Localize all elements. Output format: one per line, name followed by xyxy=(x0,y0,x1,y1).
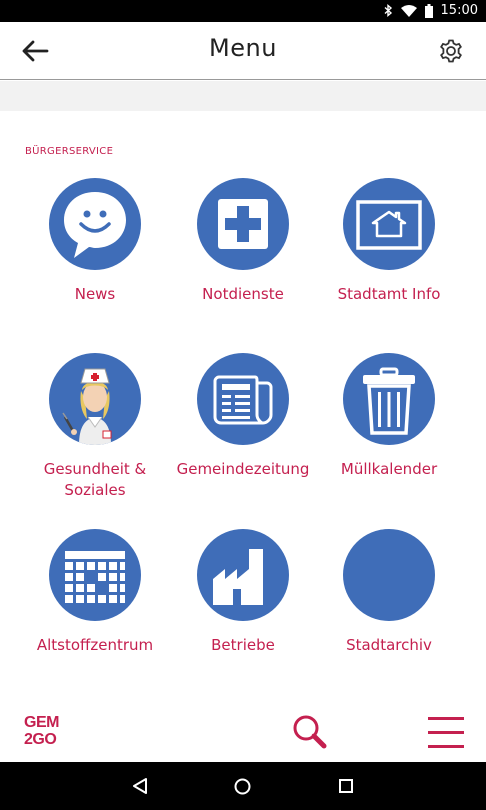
bluetooth-icon xyxy=(384,4,392,17)
tile-label: Betriebe xyxy=(211,636,275,654)
tile-circle xyxy=(49,353,141,445)
tile-circle xyxy=(343,353,435,445)
page-title: Menu xyxy=(209,34,277,62)
tile-stadtarchiv[interactable]: Stadtarchiv xyxy=(316,529,462,656)
medical-cross-icon xyxy=(218,199,268,249)
tile-label: Stadtarchiv xyxy=(346,636,432,654)
recents-square-icon[interactable] xyxy=(339,779,353,793)
tile-circle xyxy=(197,178,289,270)
tile-notdienste[interactable]: Notdienste xyxy=(170,178,316,305)
home-circle-icon[interactable] xyxy=(234,778,251,795)
status-time: 15:00 xyxy=(440,3,478,18)
system-nav-bar xyxy=(0,762,486,810)
banner-strip xyxy=(0,81,486,111)
tile-altstoffzentrum[interactable]: Altstoffzentrum xyxy=(22,529,168,656)
back-triangle-icon[interactable] xyxy=(132,778,148,794)
tile-news[interactable]: News xyxy=(22,178,168,305)
tile-gemeindezeitung[interactable]: Gemeindezeitung xyxy=(170,353,316,480)
app-bar: Menu xyxy=(0,22,486,80)
tile-label: Müllkalender xyxy=(340,460,438,478)
logo-line1: GEM xyxy=(24,714,59,731)
gear-icon[interactable] xyxy=(438,38,464,64)
nurse-icon xyxy=(62,368,112,445)
calendar-grid-icon xyxy=(65,551,125,603)
tile-label: Gemeindezeitung xyxy=(176,460,310,478)
tile-label: News xyxy=(74,285,116,303)
tile-circle xyxy=(197,529,289,621)
tile-muellkalender[interactable]: Müllkalender xyxy=(316,353,462,480)
tile-gesundheit-soziales[interactable]: Gesundheit & Soziales xyxy=(22,353,168,501)
tile-stadtamt-info[interactable]: Stadtamt Info xyxy=(316,178,462,305)
newspaper-icon xyxy=(213,375,273,425)
tile-label: Gesundheit & Soziales xyxy=(43,460,147,499)
trash-bin-icon xyxy=(363,367,415,435)
bottom-bar: GEM 2GO xyxy=(0,700,486,762)
tile-circle xyxy=(49,529,141,621)
battery-icon xyxy=(424,3,433,18)
tile-label: Notdienste xyxy=(202,285,284,303)
status-bar: 15:00 xyxy=(0,0,486,22)
house-sign-icon xyxy=(356,200,422,250)
tile-circle xyxy=(197,353,289,445)
gem2go-logo[interactable]: GEM 2GO xyxy=(24,714,64,748)
tile-circle xyxy=(343,178,435,270)
tile-label: Stadtamt Info xyxy=(337,285,441,303)
tile-betriebe[interactable]: Betriebe xyxy=(170,529,316,656)
hamburger-icon[interactable] xyxy=(428,716,464,748)
search-icon[interactable] xyxy=(292,714,328,750)
tile-label: Altstoffzentrum xyxy=(36,636,154,654)
blank-circle-icon xyxy=(343,529,435,621)
section-label: BÜRGERSERVICE xyxy=(25,146,114,157)
speech-bubble-smiley-icon xyxy=(64,192,126,258)
factory-icon xyxy=(213,549,263,605)
tile-circle xyxy=(49,178,141,270)
wifi-icon xyxy=(400,4,417,17)
logo-line2: 2GO xyxy=(24,731,57,748)
